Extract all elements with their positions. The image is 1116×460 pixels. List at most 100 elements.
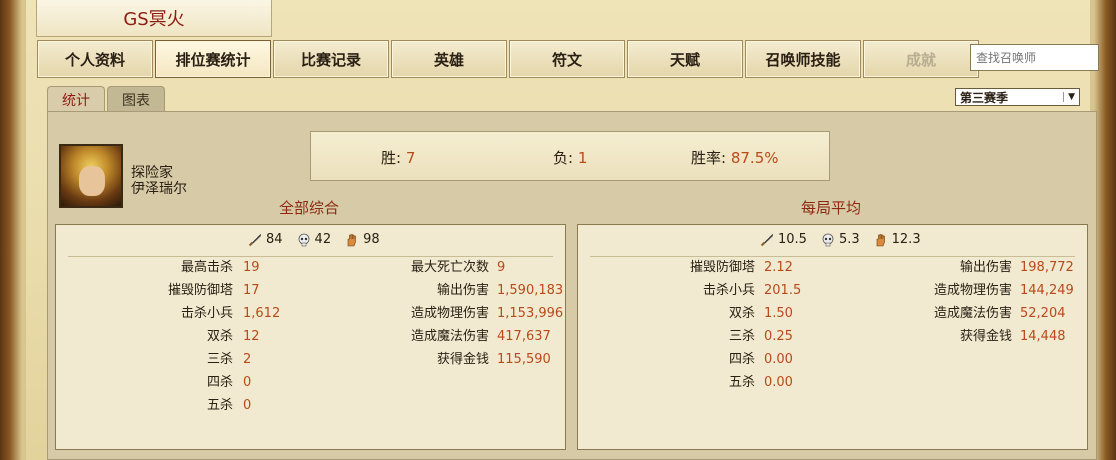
wins: 胜: 7 (381, 147, 415, 168)
overall-kda: 84 42 98 (248, 232, 394, 247)
stat-value: 115,590 (497, 352, 551, 367)
average-stats-box: 10.5 5.3 12.3 摧毁防御塔 2.12 击杀小兵 201.5 双杀 1.50… (577, 224, 1088, 450)
hand-icon (345, 233, 359, 247)
summoner-name-tab: GS冥火 (36, 0, 272, 37)
stat-row: 五杀 0 (56, 397, 311, 415)
stat-label: 摧毁防御塔 (689, 260, 755, 275)
overall-kills: 84 (266, 232, 283, 247)
stat-label: 最大死亡次数 (410, 260, 489, 275)
stat-label: 最高击杀 (180, 260, 233, 275)
stat-row: 摧毁防御塔 2.12 (578, 259, 833, 277)
win-rate-value: 87.5% (730, 149, 779, 167)
summoner-name: GS冥火 (123, 9, 185, 30)
average-deaths: 5.3 (838, 232, 860, 247)
stat-row: 造成物理伤害 144,249 (833, 282, 1089, 300)
stat-value: 0.00 (764, 375, 793, 390)
stat-value: 14,448 (1020, 329, 1066, 344)
stat-label: 击杀小兵 (180, 306, 233, 321)
champion-name: 伊泽瑞尔 (131, 181, 187, 197)
stat-row: 获得金钱 115,590 (311, 351, 567, 369)
nav-runes[interactable]: 符文 (509, 40, 625, 78)
stat-row: 双杀 1.50 (578, 305, 833, 323)
stat-value: 201.5 (764, 283, 802, 298)
stat-value: 144,249 (1020, 283, 1074, 298)
overall-title: 全部综合 (279, 199, 340, 217)
stat-value: 1,153,996 (497, 306, 564, 321)
stat-value: 52,204 (1020, 306, 1066, 321)
win-loss-box: 胜: 7 负: 1 胜率: 87.5% (310, 131, 830, 181)
stat-value: 0 (243, 398, 252, 413)
nav-match-history[interactable]: 比赛记录 (273, 40, 389, 78)
dropdown-arrow-icon: ▼ (1063, 92, 1075, 102)
stat-label: 摧毁防御塔 (167, 283, 233, 298)
stat-row: 三杀 2 (56, 351, 311, 369)
nav-masteries[interactable]: 天赋 (627, 40, 743, 78)
sword-icon (760, 233, 774, 247)
stat-row: 双杀 12 (56, 328, 311, 346)
average-assists: 12.3 (891, 232, 921, 247)
stat-value: 198,772 (1020, 260, 1074, 275)
stat-row: 四杀 0.00 (578, 351, 833, 369)
average-kills: 10.5 (778, 232, 807, 247)
stat-label: 获得金钱 (959, 329, 1012, 344)
tab-chart[interactable]: 图表 (107, 86, 165, 112)
win-rate: 胜率: 87.5% (691, 147, 779, 168)
stat-row: 击杀小兵 201.5 (578, 282, 833, 300)
stat-value: 0 (243, 375, 252, 390)
nav-champions[interactable]: 英雄 (391, 40, 507, 78)
stat-label: 五杀 (206, 398, 233, 413)
season-selected-value: 第三赛季 (960, 90, 1009, 105)
overall-divider (68, 256, 553, 257)
stat-value: 1,590,183 (497, 283, 564, 298)
stat-row: 造成物理伤害 1,153,996 (311, 305, 567, 323)
overall-deaths: 42 (314, 232, 332, 247)
nav-profile[interactable]: 个人资料 (37, 40, 153, 78)
nav-summoner-spells[interactable]: 召唤师技能 (745, 40, 861, 78)
stat-label: 造成物理伤害 (933, 283, 1012, 298)
stat-value: 2.12 (764, 260, 793, 275)
average-divider (590, 256, 1075, 257)
stat-row: 击杀小兵 1,612 (56, 305, 311, 323)
losses-label: 负: (553, 149, 574, 167)
stat-label: 五杀 (728, 375, 755, 390)
stat-value: 9 (497, 260, 506, 275)
summoner-search-input[interactable] (970, 44, 1099, 71)
stat-value: 1.50 (764, 306, 793, 321)
stat-value: 17 (243, 283, 260, 298)
subtabs: 统计 图表 (47, 86, 167, 112)
stat-row: 输出伤害 1,590,183 (311, 282, 567, 300)
stat-label: 输出伤害 (959, 260, 1012, 275)
stat-row: 造成魔法伤害 417,637 (311, 328, 567, 346)
stat-value: 417,637 (497, 329, 551, 344)
stat-value: 2 (243, 352, 252, 367)
stat-row: 输出伤害 198,772 (833, 259, 1089, 277)
nav-ranked-stats[interactable]: 排位赛统计 (155, 40, 271, 78)
hand-icon (874, 233, 888, 247)
season-select[interactable]: 第三赛季 ▼ (955, 88, 1080, 106)
stat-row: 造成魔法伤害 52,204 (833, 305, 1089, 323)
stat-row: 获得金钱 14,448 (833, 328, 1089, 346)
stat-label: 获得金钱 (436, 352, 489, 367)
stat-row: 四杀 0 (56, 374, 311, 392)
wins-value: 7 (405, 149, 416, 167)
stat-value: 0.25 (764, 329, 793, 344)
tab-stats[interactable]: 统计 (47, 86, 105, 112)
stat-label: 三杀 (728, 329, 755, 344)
average-kda: 10.5 5.3 12.3 (760, 232, 935, 247)
stat-value: 19 (243, 260, 260, 275)
stat-row: 最大死亡次数 9 (311, 259, 567, 277)
stat-label: 造成魔法伤害 (410, 329, 489, 344)
nav-achievements: 成就 (863, 40, 979, 78)
stat-value: 1,612 (243, 306, 281, 321)
stat-label: 击杀小兵 (702, 283, 755, 298)
main-nav: 个人资料 排位赛统计 比赛记录 英雄 符文 天赋 召唤师技能 成就 (37, 40, 981, 78)
losses-value: 1 (577, 149, 588, 167)
stat-label: 输出伤害 (436, 283, 489, 298)
wins-label: 胜: (381, 149, 402, 167)
stat-row: 最高击杀 19 (56, 259, 311, 277)
portrait-face (79, 166, 105, 196)
champion-portrait (59, 144, 123, 208)
stat-value: 0.00 (764, 352, 793, 367)
stat-label: 四杀 (728, 352, 755, 367)
average-title: 每局平均 (801, 199, 862, 217)
